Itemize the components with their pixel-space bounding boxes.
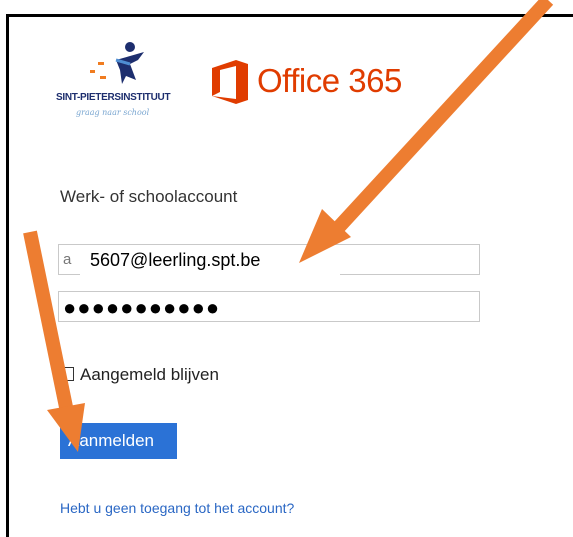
password-field[interactable]: ●●●●●●●●●●● bbox=[58, 291, 480, 322]
signin-button[interactable]: Aanmelden bbox=[60, 423, 177, 459]
password-masked-value: ●●●●●●●●●●● bbox=[63, 295, 221, 320]
email-field[interactable]: a 5607@leerling.spt.be bbox=[58, 244, 480, 275]
office-icon bbox=[212, 60, 248, 104]
email-value: 5607@leerling.spt.be bbox=[80, 245, 341, 275]
remember-me-label: Aangemeld blijven bbox=[80, 365, 219, 384]
school-logo: SINT-PIETERSINSTITUUT graag naar school bbox=[56, 40, 206, 122]
no-access-link[interactable]: Hebt u geen toegang tot het account? bbox=[60, 500, 294, 516]
account-type-label: Werk- of schoolaccount bbox=[60, 187, 238, 206]
school-tagline: graag naar school bbox=[76, 108, 150, 117]
email-obscured-prefix: a bbox=[63, 251, 72, 268]
school-name: SINT-PIETERSINSTITUUT bbox=[56, 92, 171, 103]
remember-me-checkbox[interactable] bbox=[60, 367, 74, 381]
school-logo-figure-icon bbox=[90, 42, 144, 84]
office-brand-text: Office 365 bbox=[257, 62, 402, 99]
